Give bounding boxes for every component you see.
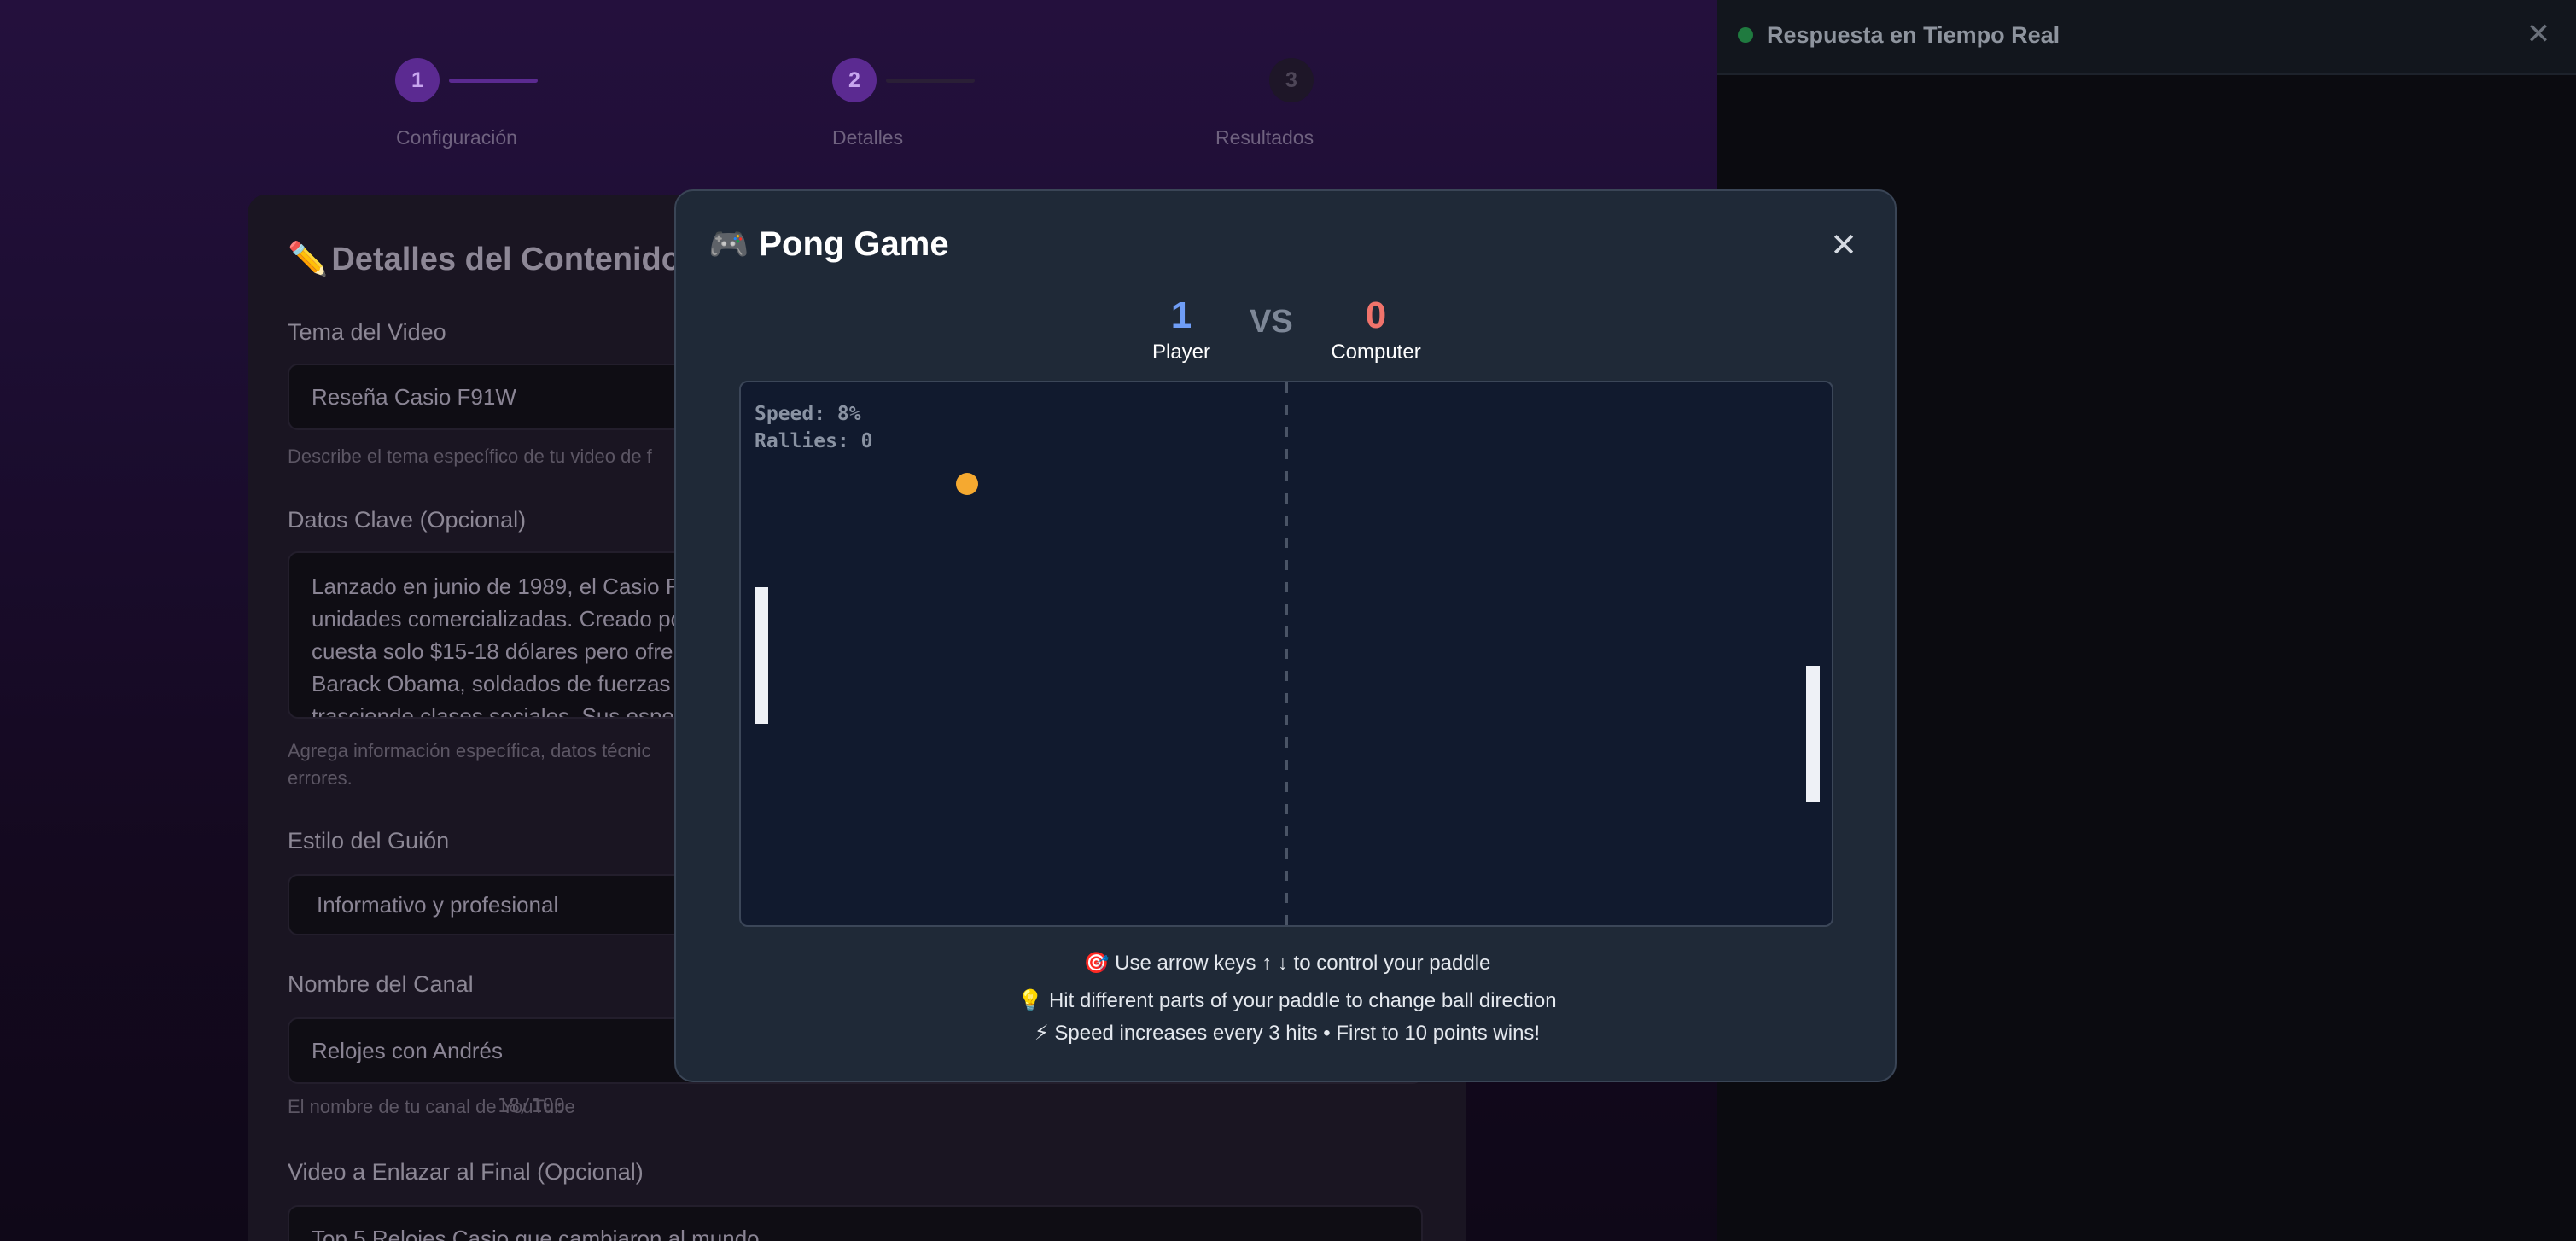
computer-score: 0 Computer bbox=[1291, 292, 1461, 365]
computer-score-value: 0 bbox=[1365, 294, 1387, 336]
modal-title: 🎮 Pong Game bbox=[708, 225, 949, 264]
speed-readout: Speed: 8% bbox=[755, 403, 861, 425]
center-line bbox=[1285, 382, 1288, 925]
close-icon[interactable]: ✕ bbox=[1827, 229, 1861, 263]
vs-label: VS bbox=[1250, 304, 1293, 340]
pong-game-modal: 🎮 Pong Game ✕ 1 Player VS 0 Computer Spe… bbox=[674, 189, 1897, 1082]
player-label: Player bbox=[1151, 341, 1211, 364]
tip-speed: ⚡ Speed increases every 3 hits • First t… bbox=[1034, 1022, 1541, 1045]
gamepad-icon: 🎮 bbox=[708, 226, 749, 263]
player-paddle[interactable] bbox=[755, 587, 768, 724]
tip-controls: 🎯 Use arrow keys ↑ ↓ to control your pad… bbox=[1083, 952, 1491, 975]
player-score: 1 Player bbox=[1096, 292, 1267, 365]
rallies-readout: Rallies: 0 bbox=[755, 430, 873, 452]
computer-label: Computer bbox=[1331, 341, 1421, 364]
player-score-value: 1 bbox=[1170, 294, 1192, 336]
ball bbox=[956, 473, 978, 495]
modal-title-text: Pong Game bbox=[759, 225, 949, 263]
tip-direction: 💡 Hit different parts of your paddle to … bbox=[1017, 989, 1557, 1012]
computer-paddle bbox=[1806, 666, 1820, 802]
pong-court[interactable]: Speed: 8% Rallies: 0 bbox=[739, 381, 1833, 927]
